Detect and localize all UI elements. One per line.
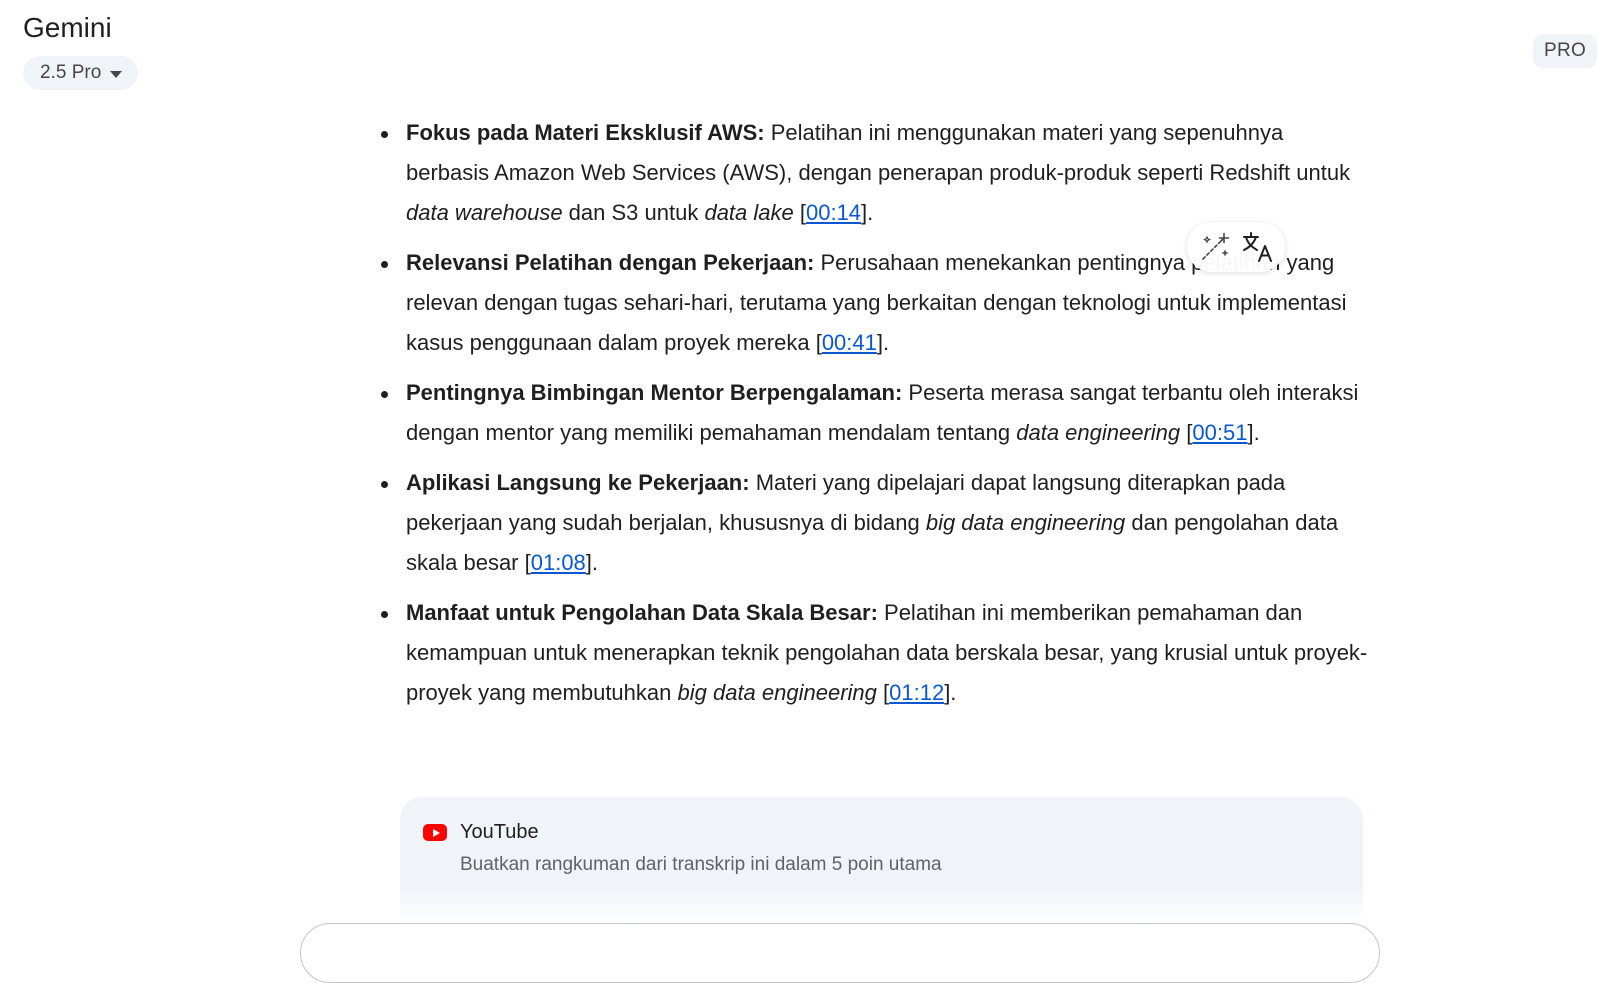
- point-title: Manfaat untuk Pengolahan Data Skala Besa…: [406, 600, 878, 625]
- point-italic: data warehouse: [406, 200, 563, 225]
- timestamp-link[interactable]: 00:41: [822, 330, 877, 355]
- floating-selection-toolbar: [1187, 222, 1285, 272]
- bullet-icon: [381, 131, 388, 138]
- list-item: Aplikasi Langsung ke Pekerjaan: Materi y…: [380, 463, 1370, 583]
- source-name: YouTube: [460, 821, 539, 843]
- point-title: Fokus pada Materi Eksklusif AWS:: [406, 120, 765, 145]
- point-title: Pentingnya Bimbingan Mentor Berpengalama…: [406, 380, 903, 405]
- timestamp-link[interactable]: 00:51: [1192, 420, 1247, 445]
- point-italic: big data engineering: [925, 510, 1126, 535]
- source-card[interactable]: YouTube Buatkan rangkuman dari transkrip…: [400, 797, 1363, 927]
- translate-icon[interactable]: [1238, 227, 1278, 267]
- prompt-input-box[interactable]: [300, 923, 1380, 983]
- point-text: ].: [876, 330, 890, 355]
- point-text: ].: [944, 680, 957, 705]
- point-text: ].: [1247, 420, 1260, 445]
- model-selector[interactable]: 2.5 Pro: [23, 56, 139, 90]
- point-italic: big data engineering: [677, 680, 877, 705]
- timestamp-link[interactable]: 00:14: [806, 200, 861, 225]
- youtube-icon: [423, 824, 447, 841]
- point-text: ].: [861, 200, 874, 225]
- source-header: YouTube: [423, 821, 1363, 844]
- point-text: dan S3 untuk: [562, 200, 705, 225]
- point-text: [: [793, 200, 806, 225]
- bullet-icon: [381, 261, 388, 268]
- point-italic: data lake: [704, 200, 794, 225]
- list-item: Pentingnya Bimbingan Mentor Berpengalama…: [380, 373, 1370, 453]
- point-italic: data engineering: [1016, 420, 1181, 445]
- timestamp-link[interactable]: 01:08: [531, 550, 586, 575]
- point-title: Aplikasi Langsung ke Pekerjaan:: [406, 470, 750, 495]
- point-text: ].: [585, 550, 599, 575]
- chevron-down-icon: [110, 70, 123, 78]
- point-text: [: [876, 680, 890, 705]
- bullet-icon: [381, 481, 388, 488]
- summary-list: Fokus pada Materi Eksklusif AWS: Pelatih…: [380, 113, 1370, 723]
- model-label: 2.5 Pro: [40, 62, 102, 83]
- timestamp-link[interactable]: 01:12: [889, 680, 944, 705]
- magic-wand-icon[interactable]: [1195, 227, 1235, 267]
- app-title: Gemini: [23, 12, 112, 43]
- point-title: Relevansi Pelatihan dengan Pekerjaan:: [406, 250, 815, 275]
- bullet-icon: [381, 391, 388, 398]
- list-item: Fokus pada Materi Eksklusif AWS: Pelatih…: [380, 113, 1370, 233]
- point-text: [: [1180, 420, 1193, 445]
- source-prompt: Buatkan rangkuman dari transkrip ini dal…: [460, 854, 942, 875]
- pro-badge[interactable]: PRO: [1533, 34, 1598, 68]
- list-item: Manfaat untuk Pengolahan Data Skala Besa…: [380, 593, 1370, 713]
- bullet-icon: [381, 611, 388, 618]
